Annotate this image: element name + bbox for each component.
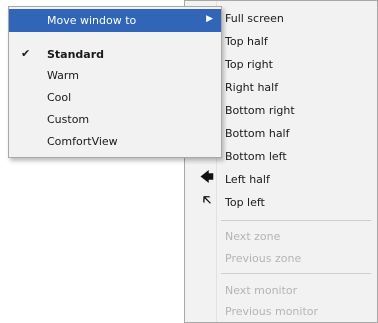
menu-item-label: Bottom half	[225, 127, 290, 140]
menu-item-label: Right half	[225, 81, 279, 94]
menu-item-label: ComfortView	[47, 135, 118, 148]
menu-item-label: Next monitor	[225, 284, 298, 297]
menu-item-left-half[interactable]: 🡄 Left half	[185, 168, 377, 191]
menu-item-previous-monitor: Previous monitor	[185, 300, 377, 323]
menu-item-label: Previous zone	[225, 252, 302, 265]
menu-item-standard[interactable]: ✔ Standard	[9, 43, 221, 66]
menu-item-label: Cool	[47, 91, 72, 104]
menu-item-label: Top half	[225, 35, 268, 48]
menu-separator	[221, 220, 371, 221]
checkmark-icon: ✔	[21, 47, 31, 60]
menu-item-label: Top right	[225, 58, 273, 71]
color-mode-menu: Move window to ▶ ✔ Standard Warm Cool Cu…	[8, 6, 222, 158]
menu-item-label: Full screen	[225, 12, 284, 25]
menu-item-cool[interactable]: Cool	[9, 86, 221, 109]
menu-item-previous-zone: Previous zone	[185, 247, 377, 270]
menu-item-label: Left half	[225, 173, 270, 186]
menu-item-top-left[interactable]: 🡤 Top left	[185, 191, 377, 214]
submenu-arrow-icon: ▶	[206, 14, 213, 24]
menu-item-label: Standard	[47, 48, 105, 61]
menu-item-label: Bottom left	[225, 150, 287, 163]
menu-item-label: Move window to	[47, 14, 137, 27]
arrow-up-left-icon: 🡤	[202, 193, 212, 208]
menu-item-label: Top left	[225, 196, 265, 209]
menu-item-move-window-to[interactable]: Move window to ▶	[9, 9, 221, 32]
menu-item-label: Custom	[47, 113, 90, 126]
menu-separator	[221, 273, 371, 274]
menu-item-next-monitor: Next monitor	[185, 279, 377, 302]
menu-item-next-zone: Next zone	[185, 225, 377, 248]
menu-item-label: Bottom right	[225, 104, 295, 117]
menu-item-custom[interactable]: Custom	[9, 108, 221, 131]
menu-item-comfortview[interactable]: ComfortView	[9, 130, 221, 153]
menu-item-label: Next zone	[225, 230, 281, 243]
arrow-left-icon: 🡄	[200, 170, 214, 185]
menu-item-label: Previous monitor	[225, 305, 319, 318]
menu-item-label: Warm	[47, 69, 79, 82]
menu-item-warm[interactable]: Warm	[9, 64, 221, 87]
